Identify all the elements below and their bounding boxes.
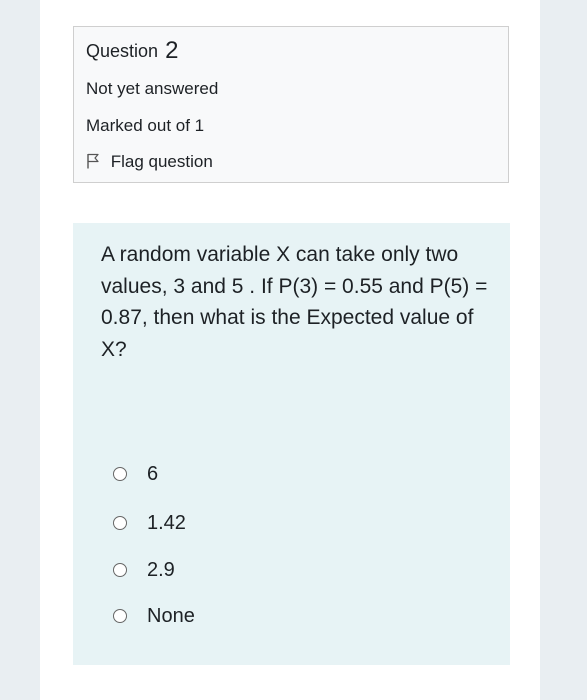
radio-button-icon[interactable] (113, 563, 127, 577)
answer-option-label: 6 (147, 462, 159, 485)
question-label: Question (86, 41, 159, 61)
flag-icon (86, 153, 100, 169)
question-heading: Question 2 (86, 37, 178, 65)
answer-option-label: 2.9 (147, 558, 175, 581)
radio-button-icon[interactable] (113, 609, 127, 623)
question-content-panel: A random variable X can take only two va… (73, 223, 510, 665)
flag-question-link[interactable]: Flag question (86, 152, 213, 172)
answer-option-1-42[interactable]: 1.42 (113, 508, 186, 538)
question-status: Not yet answered (86, 79, 219, 98)
quiz-page: Question 2 Not yet answered Marked out o… (40, 0, 540, 700)
flag-question-label: Flag question (110, 152, 213, 171)
question-text: A random variable X can take only two va… (101, 243, 488, 361)
radio-button-icon[interactable] (113, 516, 127, 530)
answer-option-label: None (147, 604, 195, 627)
question-info-panel: Question 2 Not yet answered Marked out o… (73, 26, 509, 183)
answer-option-2-9[interactable]: 2.9 (113, 555, 175, 585)
question-number: 2 (165, 37, 179, 64)
answer-option-6[interactable]: 6 (113, 459, 158, 489)
answer-option-label: 1.42 (147, 511, 186, 534)
question-marks: Marked out of 1 (86, 116, 205, 135)
radio-button-icon[interactable] (113, 467, 127, 481)
answer-option-none[interactable]: None (113, 601, 195, 631)
